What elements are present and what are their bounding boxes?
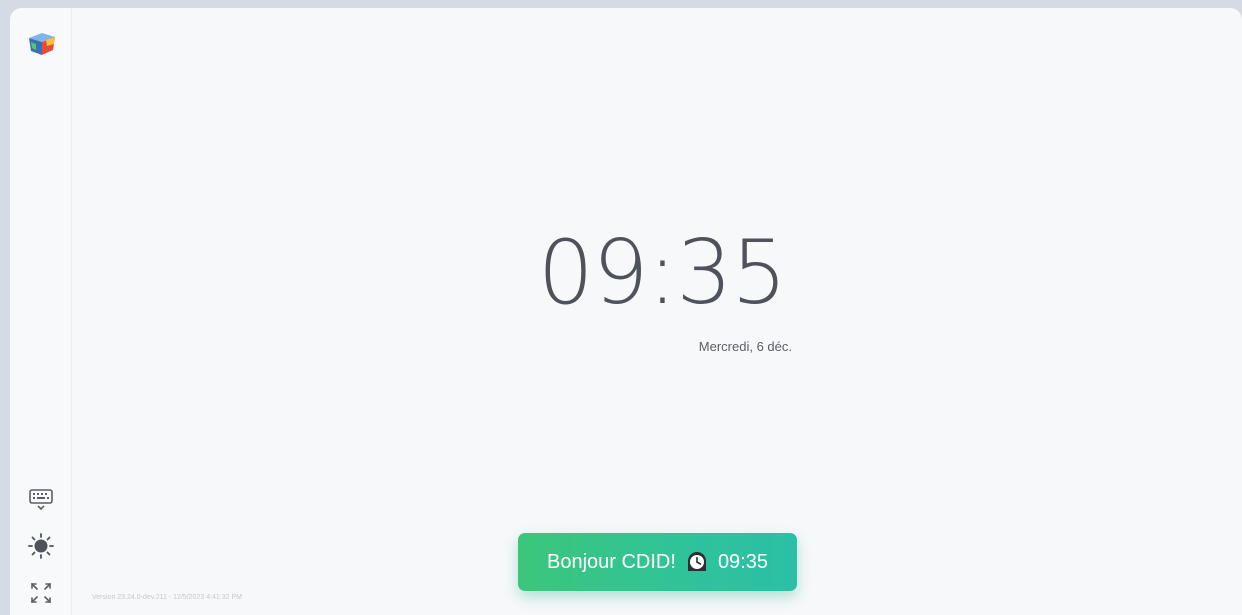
clock-time: 09:35 xyxy=(537,221,788,324)
greeting-time: 09:35 xyxy=(717,550,768,573)
fullscreen-icon[interactable] xyxy=(26,578,56,608)
greeting-button[interactable]: Bonjour CDID! 09:35 xyxy=(518,533,797,591)
cube-logo-icon[interactable] xyxy=(26,30,58,58)
main-area: 09:35 Mercredi, 6 déc. Bonjour CDID! 09:… xyxy=(72,8,1242,615)
sidebar xyxy=(10,8,72,615)
version-label: Version 23.24.0-dev.211 - 12/5/2023 4:41… xyxy=(92,594,242,601)
brightness-icon[interactable] xyxy=(26,531,56,561)
keyboard-icon[interactable] xyxy=(26,484,56,514)
clock-date: Mercredi, 6 déc. xyxy=(698,339,792,354)
greeting-text: Bonjour CDID! xyxy=(547,550,676,573)
app-window: 09:35 Mercredi, 6 déc. Bonjour CDID! 09:… xyxy=(10,8,1242,615)
clock-icon xyxy=(684,549,710,575)
